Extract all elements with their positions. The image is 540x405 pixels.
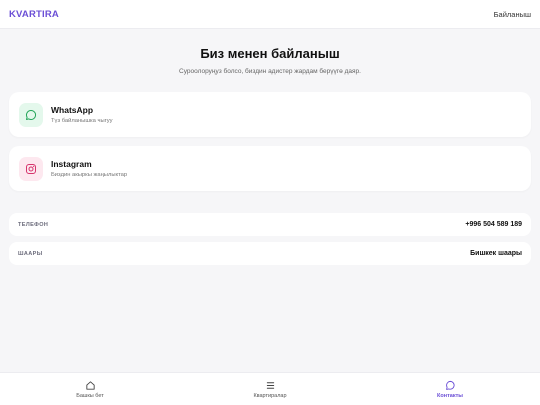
page-subtitle: Суроолоруңуз болсо, биздин адистер жарда… — [179, 68, 361, 75]
phone-label: ТЕЛЕФОН — [18, 221, 49, 228]
chat-icon — [445, 380, 455, 390]
whatsapp-icon — [19, 102, 43, 127]
instagram-icon — [19, 156, 43, 181]
phone-value[interactable]: +996 504 589 189 — [465, 221, 522, 228]
nav-item-apartments[interactable]: Квартиралар — [180, 373, 360, 405]
instagram-title: Instagram — [51, 159, 92, 169]
city-row: ШААРЫ Бишкек шаары — [9, 242, 531, 265]
nav-label-contacts: Контакты — [437, 392, 463, 399]
nav-item-home[interactable]: Башкы бет — [0, 373, 180, 405]
whatsapp-title: WhatsApp — [51, 105, 94, 115]
page-title: Биз менен байланыш — [200, 46, 340, 61]
whatsapp-subtitle: Түз байланышка чыгуу — [51, 118, 113, 124]
nav-item-contacts[interactable]: Контакты — [360, 373, 540, 405]
contact-link[interactable]: Байланыш — [494, 10, 531, 19]
bottom-nav: Башкы бет Квартиралар Контакты — [0, 372, 540, 405]
city-value: Бишкек шаары — [470, 250, 522, 257]
nav-label-apartments: Квартиралар — [253, 392, 287, 399]
phone-row[interactable]: ТЕЛЕФОН +996 504 589 189 — [9, 213, 531, 236]
logo[interactable]: KVARTIRA — [9, 9, 59, 20]
top-bar: KVARTIRA Байланыш — [0, 0, 540, 29]
instagram-subtitle: Биздин акыркы жаңылыктар — [51, 172, 128, 178]
list-icon — [266, 381, 274, 389]
whatsapp-card[interactable]: WhatsApp Түз байланышка чыгуу — [9, 92, 531, 137]
city-label: ШААРЫ — [18, 250, 43, 257]
home-icon — [85, 380, 95, 390]
nav-label-home: Башкы бет — [76, 392, 104, 399]
instagram-card[interactable]: Instagram Биздин акыркы жаңылыктар — [9, 146, 531, 191]
hero: Биз менен байланыш Суроолоруңуз болсо, б… — [0, 46, 540, 75]
